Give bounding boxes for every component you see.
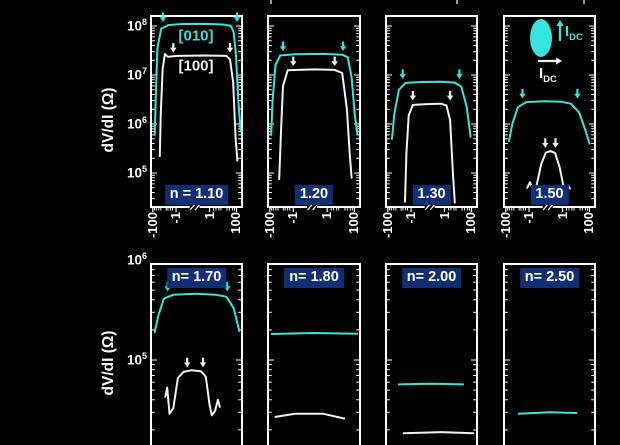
x-tick-label: 1: [320, 212, 333, 219]
panel-frame: [268, 264, 360, 445]
plot-panel: -100-111001.20: [267, 15, 361, 208]
arrow-down-icon: [332, 57, 338, 67]
arrow-down-icon: [200, 358, 206, 368]
y-tick-label: 108: [95, 16, 147, 36]
plot-panel: -100-111001.30: [385, 15, 478, 208]
arrow-down-icon: [456, 69, 462, 79]
filling-factor-label: 1.50: [530, 185, 568, 205]
x-tick-label: -1: [286, 212, 299, 224]
idc-right-arrow-icon: [556, 57, 562, 64]
x-tick-label: 100: [582, 212, 595, 234]
x-tick-label: -1: [404, 212, 417, 224]
curve-100: [279, 69, 351, 179]
stray-tick: [583, 0, 585, 4]
arrow-down-icon: [447, 91, 453, 101]
arrow-down-icon: [542, 138, 548, 148]
x-tick-label: 100: [464, 212, 477, 234]
panel-plot-area: [267, 15, 361, 208]
arrow-down-icon: [290, 57, 296, 67]
curve-010: [272, 333, 358, 334]
panel-plot-area: [503, 263, 596, 445]
y-tick-label: 105: [95, 163, 147, 183]
idc-up-arrow-icon: [556, 20, 563, 26]
panel-frame: [386, 16, 477, 207]
idc-label: IDC: [539, 66, 557, 85]
filling-factor-label: n= 1.80: [284, 268, 344, 288]
plot-panel: -100-111001.50IDCIDC: [503, 15, 596, 208]
y-tick-label: 106: [95, 250, 147, 270]
filling-factor-label: n= 2.50: [520, 268, 580, 288]
plot-panel: n= 2.00: [385, 263, 478, 445]
filling-factor-label: 1.20: [295, 185, 333, 205]
x-tick-label: 100: [229, 212, 242, 234]
arrow-down-icon: [160, 12, 166, 22]
filling-factor-label: n= 1.70: [167, 268, 227, 288]
curve-100: [404, 432, 474, 433]
plot-panel: n= 1.80: [267, 263, 361, 445]
arrow-down-icon: [574, 89, 580, 99]
curve-010: [392, 82, 471, 139]
stray-tick: [456, 0, 458, 4]
arrow-down-icon: [519, 89, 525, 99]
panel-plot-area: [503, 15, 596, 208]
panel-frame: [504, 264, 595, 445]
y-tick-label: 107: [95, 65, 147, 85]
plot-panel: n= 1.70: [150, 263, 243, 445]
arrow-down-icon: [400, 69, 406, 79]
arrow-down-icon: [227, 43, 233, 53]
x-tick-label: 1: [556, 212, 569, 219]
curve-010: [155, 294, 240, 332]
y-tick-label: 105: [95, 350, 147, 370]
x-tick-label: 100: [347, 212, 360, 234]
plot-panel: -100-11100n = 1.10[010][100]: [150, 15, 243, 208]
filling-factor-label: n= 2.00: [402, 268, 462, 288]
panel-frame: [151, 264, 242, 445]
arrow-down-icon: [280, 42, 286, 52]
curve-010: [519, 412, 577, 414]
arrow-down-icon: [234, 12, 240, 22]
arrow-down-icon: [340, 42, 346, 52]
arrow-down-icon: [170, 43, 176, 53]
sample-ellipse-icon: [530, 19, 552, 57]
stray-tick: [270, 0, 272, 4]
y-tick-label: 106: [95, 114, 147, 134]
x-tick-label: -100: [381, 212, 394, 238]
direction-label: [010]: [178, 29, 213, 44]
x-tick-label: -1: [169, 212, 182, 224]
x-tick-label: -100: [146, 212, 159, 238]
filling-factor-label: 1.30: [412, 185, 450, 205]
arrow-down-icon: [410, 91, 416, 101]
filling-factor-label: n = 1.10: [165, 185, 229, 205]
panel-plot-area: [150, 263, 243, 445]
panel-frame: [386, 264, 477, 445]
figure-canvas: dV/dI (Ω) dV/dI (Ω) 108107106105106105-1…: [0, 0, 620, 445]
x-tick-label: 1: [203, 212, 216, 219]
panel-frame: [151, 16, 242, 207]
panel-plot-area: [267, 263, 361, 445]
plot-panel: n= 2.50: [503, 263, 596, 445]
curve-010: [399, 384, 463, 385]
arrow-down-icon: [552, 138, 558, 148]
x-tick-label: -1: [522, 212, 535, 224]
x-tick-label: -100: [263, 212, 276, 238]
panel-plot-area: [385, 15, 478, 208]
curve-010: [509, 101, 590, 143]
curve-100: [165, 370, 220, 415]
x-tick-label: 1: [438, 212, 451, 219]
arrow-down-icon: [184, 358, 190, 368]
idc-label: IDC: [565, 24, 583, 43]
curve-100: [276, 414, 345, 419]
x-tick-label: -100: [499, 212, 512, 238]
panel-plot-area: [385, 263, 478, 445]
direction-label: [100]: [178, 59, 213, 74]
